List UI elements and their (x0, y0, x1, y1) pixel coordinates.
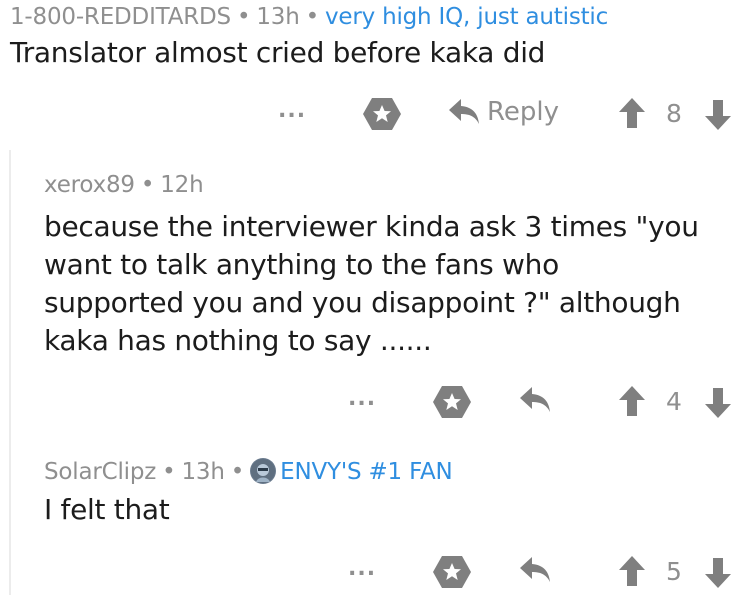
star-icon (433, 386, 471, 418)
reply-button[interactable]: Reply (447, 96, 559, 128)
star-icon (363, 98, 401, 130)
separator: • (162, 459, 176, 485)
save-button[interactable] (432, 384, 472, 420)
reply-arrow-icon (520, 387, 550, 412)
comment-body-line: supported you and you disappoint ?" alth… (44, 286, 681, 319)
more-icon: ... (278, 98, 307, 123)
upvote-button[interactable] (618, 384, 646, 418)
downvote-icon (705, 558, 731, 588)
save-button[interactable] (432, 554, 472, 590)
more-button[interactable]: ... (348, 386, 376, 411)
save-button[interactable] (362, 96, 402, 132)
vote-score: 5 (666, 557, 682, 586)
comment-body: because the interviewer kinda ask 3 time… (44, 208, 745, 360)
downvote-button[interactable] (704, 386, 732, 420)
thread-indent-line (9, 150, 11, 595)
upvote-icon (619, 556, 645, 586)
timestamp: 12h (160, 172, 204, 198)
comment-body: Translator almost cried before kaka did (10, 36, 546, 69)
timestamp: 13h (181, 459, 225, 485)
comment-1: 1-800-REDDITARDS • 13h • very high IQ, just … (10, 4, 745, 72)
comment-body: I felt that (44, 493, 170, 526)
upvote-button[interactable] (618, 554, 646, 588)
vote-score: 4 (666, 387, 682, 416)
comment-1-actions: ... Reply 8 (0, 94, 745, 134)
separator: • (236, 4, 251, 30)
author-name[interactable]: SolarClipz (44, 459, 156, 485)
comment-body-line: because the interviewer kinda ask 3 time… (44, 210, 699, 243)
reply-button[interactable] (518, 554, 552, 586)
more-button[interactable]: ... (278, 98, 306, 123)
comment-2: xerox89 • 12h because the interviewer kind… (44, 172, 745, 360)
comment-body-line: want to talk anything to the fans who (44, 248, 559, 281)
separator: • (140, 172, 155, 198)
upvote-button[interactable] (618, 96, 646, 130)
timestamp: 13h (256, 4, 300, 30)
reply-label: Reply (487, 97, 560, 127)
flair-avatar-icon (250, 458, 277, 484)
more-button[interactable]: ... (348, 556, 376, 581)
downvote-button[interactable] (704, 98, 732, 132)
downvote-button[interactable] (704, 556, 732, 590)
vote-score: 8 (666, 99, 682, 128)
user-flair: ENVY'S #1 FAN (280, 459, 453, 485)
separator: • (230, 459, 245, 485)
comment-3-actions: ... 5 (0, 552, 745, 592)
comment-3: SolarClipz • 13h • ENVY'S #1 FAN I felt that (44, 458, 745, 529)
comment-body-line: kaka has nothing to say ...... (44, 324, 432, 357)
comment-meta: 1-800-REDDITARDS • 13h • very high IQ, just … (10, 4, 745, 30)
user-flair: very high IQ, just autistic (324, 4, 609, 30)
downvote-icon (705, 388, 731, 418)
separator: • (305, 4, 320, 30)
reply-button[interactable] (518, 384, 552, 416)
more-icon: ... (348, 386, 377, 411)
comment-meta: xerox89 • 12h (44, 172, 745, 198)
more-icon: ... (348, 556, 377, 581)
reply-arrow-icon (449, 99, 479, 124)
star-icon (433, 556, 471, 588)
upvote-icon (619, 98, 645, 128)
upvote-icon (619, 386, 645, 416)
comment-2-actions: ... 4 (0, 382, 745, 422)
author-name[interactable]: xerox89 (44, 172, 135, 198)
comment-meta: SolarClipz • 13h • ENVY'S #1 FAN (44, 458, 745, 485)
author-name[interactable]: 1-800-REDDITARDS (10, 4, 231, 30)
reply-arrow-icon (520, 557, 550, 582)
downvote-icon (705, 100, 731, 130)
